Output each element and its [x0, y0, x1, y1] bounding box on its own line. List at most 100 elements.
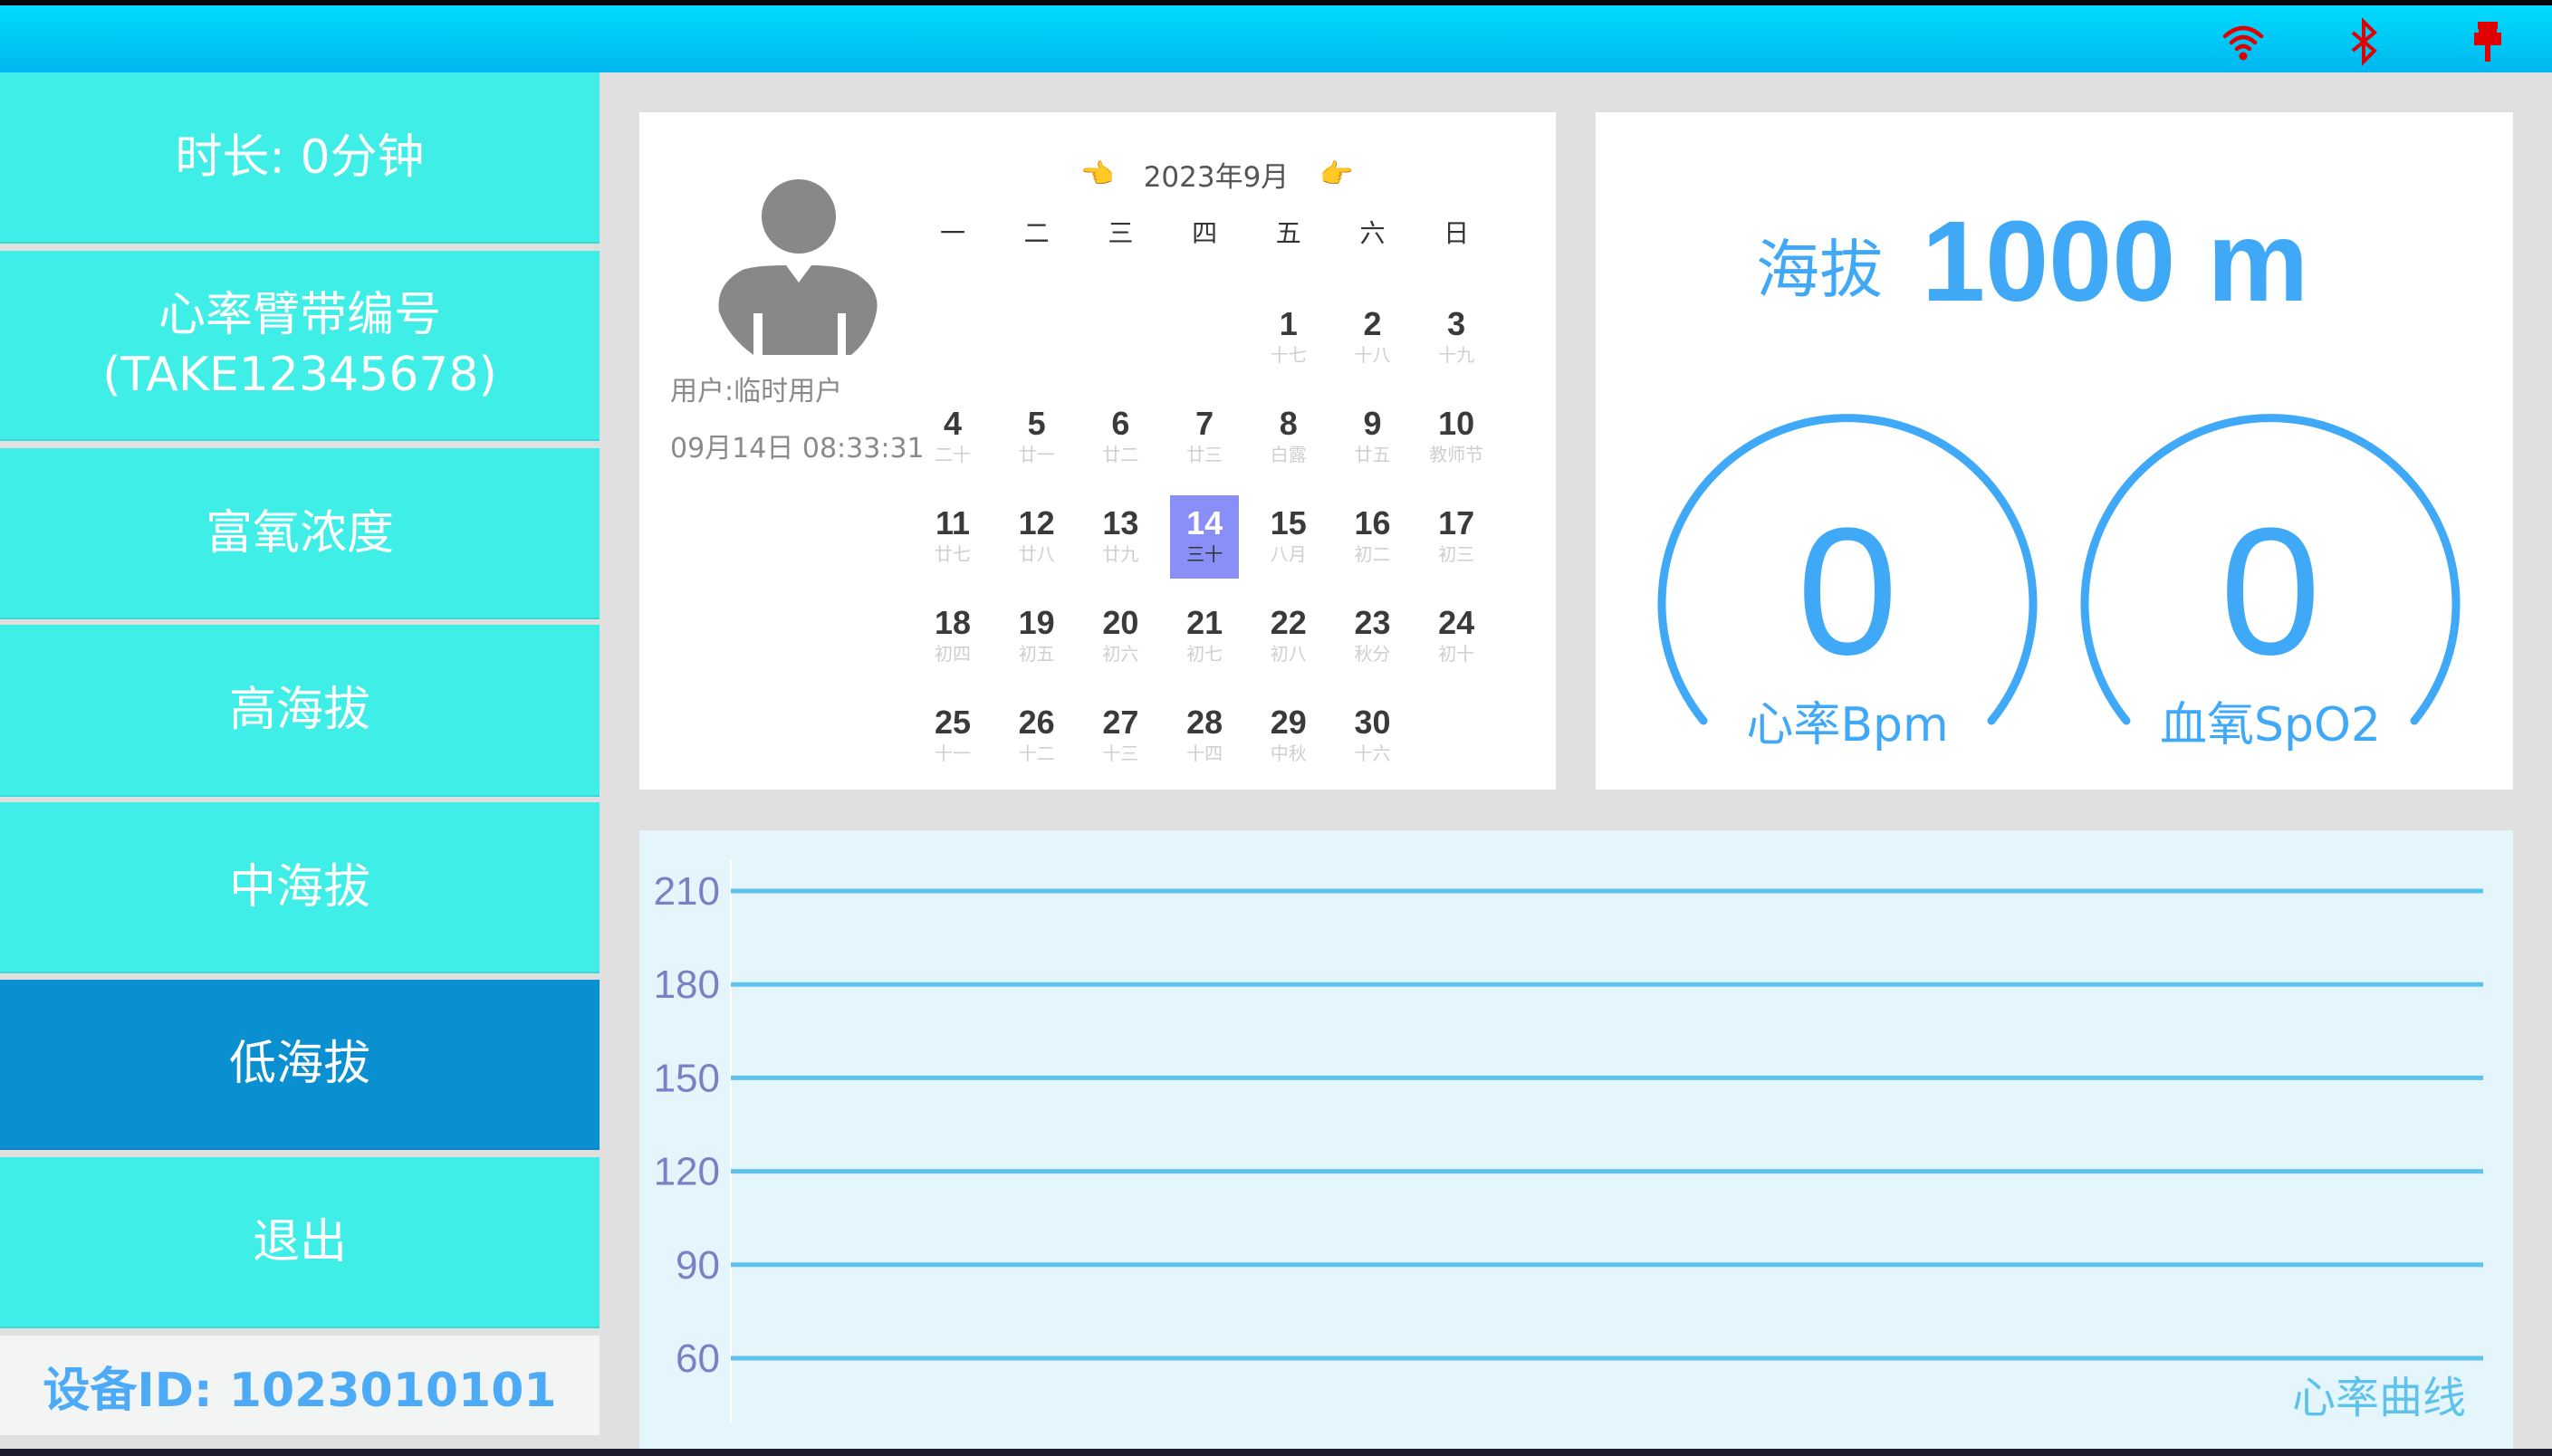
calendar-day-number: 22: [1270, 604, 1307, 641]
calendar-day-number: 3: [1447, 305, 1466, 342]
y-tick-label: 120: [654, 1150, 720, 1194]
heart-rate-gauge: 0 心率Bpm: [1648, 402, 2047, 752]
calendar-day-number: 30: [1354, 704, 1391, 741]
calendar-day[interactable]: 4 二十: [918, 396, 987, 479]
wifi-icon[interactable]: [2218, 16, 2269, 67]
next-month-button[interactable]: 👉: [1315, 152, 1358, 196]
calendar-day[interactable]: 8 白露: [1254, 396, 1323, 479]
calendar-lunar-date: 二十: [935, 444, 971, 465]
calendar-day[interactable]: 9 廿五: [1338, 396, 1407, 479]
calendar-day[interactable]: 28 十四: [1170, 694, 1239, 778]
serial-port-icon[interactable]: [2462, 16, 2513, 67]
sidebar-item-label: 退出: [252, 1214, 347, 1269]
calendar-day[interactable]: 7 廿三: [1170, 396, 1239, 479]
calendar-lunar-date: 廿三: [1186, 444, 1223, 465]
sidebar: 时长: 0分钟 心率臂带编号 (TAKE12345678) 富氧浓度 高海拔 中…: [0, 72, 600, 1449]
calendar-lunar-date: 初五: [1018, 643, 1055, 665]
calendar-lunar-date: 初六: [1102, 643, 1139, 665]
calendar-day[interactable]: 6 廿二: [1086, 396, 1155, 479]
calendar-day[interactable]: 3 十九: [1422, 296, 1491, 379]
calendar-day-number: 5: [1027, 405, 1046, 442]
calendar-day[interactable]: 17 初三: [1422, 495, 1491, 579]
sidebar-item-oxygen-concentration[interactable]: 富氧浓度: [0, 448, 600, 619]
calendar-day[interactable]: 25 十一: [918, 694, 987, 778]
calendar-day[interactable]: 30 十六: [1338, 694, 1407, 778]
calendar-lunar-date: 初七: [1186, 643, 1223, 665]
spo2-label: 血氧SpO2: [2159, 698, 2382, 752]
sidebar-item-low-altitude[interactable]: 低海拔: [0, 980, 600, 1150]
calendar-day[interactable]: 16 初二: [1338, 495, 1407, 579]
calendar-day[interactable]: 2 十八: [1338, 296, 1407, 379]
calendar-day[interactable]: 24 初十: [1422, 595, 1491, 678]
sidebar-item-duration[interactable]: 时长: 0分钟: [0, 72, 600, 244]
calendar-day-number: 27: [1102, 704, 1139, 741]
calendar-day-number: 12: [1018, 504, 1055, 541]
calendar-day[interactable]: 10 教师节: [1422, 396, 1491, 479]
calendar-day[interactable]: 11 廿七: [918, 495, 987, 579]
calendar-lunar-date: 初十: [1438, 643, 1475, 665]
calendar-day-number: 24: [1438, 604, 1475, 641]
calendar-day[interactable]: 20 初六: [1086, 595, 1155, 678]
calendar-day-number: 21: [1186, 604, 1223, 641]
calendar-lunar-date: 秋分: [1354, 643, 1391, 665]
calendar-day-number: 10: [1438, 405, 1475, 442]
calendar-day[interactable]: 26 十二: [1003, 694, 1071, 778]
calendar-day[interactable]: 18 初四: [918, 595, 987, 678]
heart-rate-chart: 210 180 150 120 90 60 心率曲线: [639, 830, 2513, 1449]
calendar-lunar-date: 中秋: [1270, 742, 1307, 764]
y-tick-label: 180: [654, 963, 720, 1007]
calendar-day-number: 28: [1186, 704, 1223, 741]
sidebar-item-label: 心率臂带编号 (TAKE12345678): [102, 288, 497, 402]
bluetooth-icon[interactable]: [2338, 16, 2389, 67]
sidebar-item-label: 高海拔: [228, 683, 370, 737]
spo2-value: 0: [2220, 491, 2321, 693]
sidebar-item-label: 富氧浓度: [205, 505, 394, 560]
weekday-label: 一: [939, 218, 965, 248]
calendar-lunar-date: 初二: [1354, 543, 1391, 565]
calendar-day[interactable]: 19 初五: [1003, 595, 1071, 678]
calendar-lunar-date: 十八: [1354, 344, 1391, 366]
calendar-day-number: 14: [1186, 504, 1223, 541]
calendar-lunar-date: 十六: [1354, 742, 1391, 764]
calendar-day[interactable]: 21 初七: [1170, 595, 1239, 678]
weekday-label: 五: [1275, 218, 1301, 248]
user-calendar-card: 用户:临时用户 09月14日 08:33:31 👈 2023年9月 👉 一 二 三 四…: [639, 112, 1556, 790]
device-id: 设备ID: 1023010101: [0, 1336, 600, 1435]
calendar-lunar-date: 十一: [935, 742, 971, 764]
calendar-day[interactable]: 22 初八: [1254, 595, 1323, 678]
calendar-day-number: 6: [1111, 405, 1130, 442]
calendar-day-number: 1: [1279, 305, 1298, 342]
calendar-day[interactable]: 12 廿八: [1003, 495, 1071, 579]
calendar-lunar-date: 白露: [1270, 444, 1307, 465]
prev-month-button[interactable]: 👈: [1076, 152, 1119, 196]
sidebar-item-mid-altitude[interactable]: 中海拔: [0, 802, 600, 973]
calendar-day[interactable]: 13 廿九: [1086, 495, 1155, 579]
heart-rate-value: 0: [1797, 491, 1898, 693]
status-bar: [0, 5, 2552, 72]
calendar-day-number: 18: [934, 604, 972, 641]
altitude-value: 1000 m: [1922, 197, 2309, 325]
heart-rate-chart-plot: 210 180 150 120 90 60: [654, 860, 2483, 1422]
calendar-day-number: 4: [943, 405, 963, 442]
calendar-day-number: 2: [1363, 305, 1382, 342]
calendar-lunar-date: 十四: [1186, 742, 1223, 764]
wifi-icon-graphic: [2222, 25, 2264, 61]
calendar-day[interactable]: 23 秋分: [1338, 595, 1407, 678]
calendar-day[interactable]: 5 廿一: [1003, 396, 1071, 479]
calendar-day[interactable]: 14 三十: [1170, 495, 1240, 579]
calendar-lunar-date: 初八: [1270, 643, 1307, 665]
calendar-day[interactable]: 27 十三: [1086, 694, 1155, 778]
calendar-day[interactable]: 29 中秋: [1254, 694, 1323, 778]
exit-button[interactable]: 退出: [0, 1157, 600, 1328]
calendar-month-title: 2023年9月: [1143, 161, 1290, 194]
calendar-lunar-date: 八月: [1270, 543, 1307, 565]
calendar-day[interactable]: 1 十七: [1254, 296, 1323, 379]
user-name: 用户:临时用户: [670, 376, 843, 407]
serial-port-icon-graphic: [2474, 22, 2501, 62]
sidebar-item-armband-id[interactable]: 心率臂带编号 (TAKE12345678): [0, 251, 600, 441]
spo2-gauge: 0 血氧SpO2: [2071, 402, 2470, 752]
sidebar-item-high-altitude[interactable]: 高海拔: [0, 625, 600, 797]
altitude-label: 海拔: [1756, 233, 1883, 307]
system-bottom-edge: [0, 1449, 2552, 1456]
calendar-day[interactable]: 15 八月: [1254, 495, 1323, 579]
